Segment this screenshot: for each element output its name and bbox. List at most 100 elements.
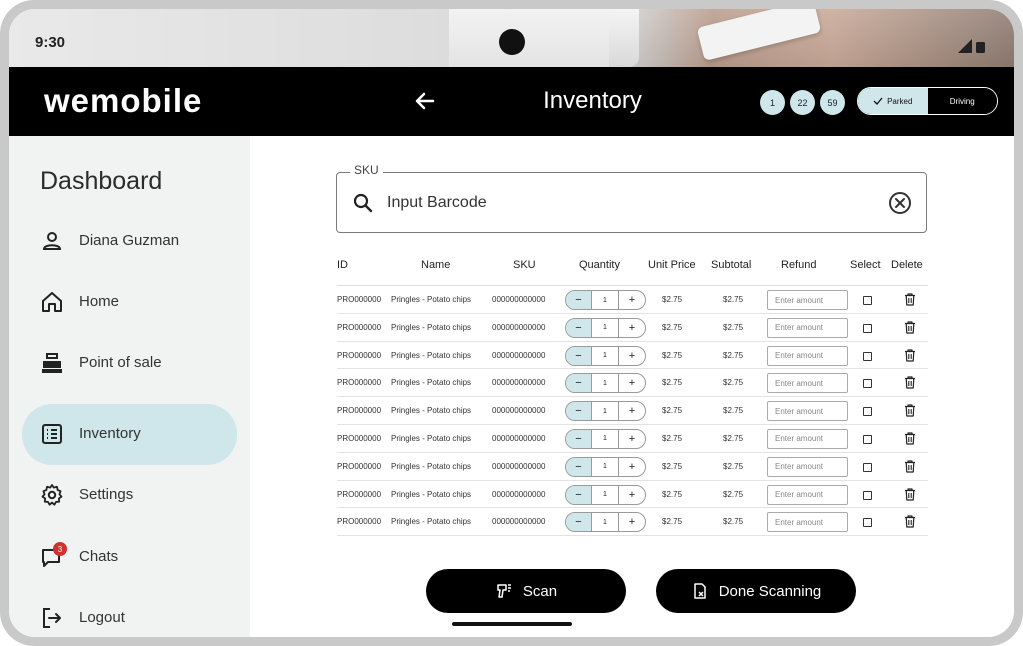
quantity-value[interactable]: 1 [592, 402, 619, 421]
trash-icon[interactable] [904, 404, 916, 417]
select-checkbox[interactable] [863, 434, 872, 444]
increment-button[interactable]: + [619, 513, 645, 531]
quantity-stepper: −1 + [565, 290, 646, 310]
increment-button[interactable]: + [619, 374, 645, 392]
select-checkbox[interactable] [863, 379, 872, 389]
quantity-stepper: −1 + [565, 512, 646, 533]
quantity-value[interactable]: 1 [592, 291, 619, 309]
trash-icon[interactable] [904, 487, 916, 501]
parked-toggle-option[interactable]: Parked [858, 88, 928, 114]
cell-id: PRO000000 [337, 295, 382, 304]
trash-icon[interactable] [904, 460, 916, 473]
cell-sku: 000000000000 [492, 295, 546, 304]
cell-sku: 000000000000 [492, 378, 546, 388]
clear-icon[interactable] [888, 191, 912, 215]
select-checkbox[interactable] [863, 518, 872, 528]
cell-subtotal: $2.75 [723, 295, 744, 304]
quantity-value[interactable]: 1 [592, 457, 619, 476]
count-badge[interactable]: 59 [820, 90, 845, 115]
quantity-value[interactable]: 1 [592, 346, 619, 365]
select-checkbox[interactable] [863, 407, 872, 417]
cell-unit-price: $2.75 [662, 322, 683, 332]
count-badge[interactable]: 22 [790, 90, 815, 115]
trash-icon[interactable] [904, 293, 916, 306]
count-badge[interactable]: 1 [760, 90, 785, 115]
cell-id: PRO000000 [337, 489, 382, 499]
refund-input[interactable] [767, 345, 848, 366]
parked-label: Parked [887, 96, 913, 106]
increment-button[interactable]: + [619, 319, 645, 337]
increment-button[interactable]: + [619, 402, 645, 420]
decrement-button[interactable]: − [566, 457, 592, 476]
refund-input[interactable] [767, 456, 848, 477]
decrement-button[interactable]: − [566, 346, 592, 365]
decrement-button[interactable]: − [566, 318, 592, 337]
refund-input[interactable] [767, 484, 848, 505]
quantity-stepper: −1 + [565, 317, 646, 338]
decrement-button[interactable]: − [566, 485, 592, 504]
decrement-button[interactable]: − [566, 402, 592, 421]
sidebar-item-inventory[interactable]: Inventory [22, 404, 237, 465]
increment-button[interactable]: + [619, 458, 645, 476]
select-checkbox[interactable] [863, 296, 872, 305]
increment-button[interactable]: + [619, 430, 645, 448]
sidebar-item-home[interactable]: Home [22, 272, 237, 333]
trash-icon[interactable] [904, 432, 916, 445]
refund-input[interactable] [767, 373, 848, 394]
mode-toggle: Parked Driving [857, 87, 998, 115]
quantity-stepper: −1 + [565, 345, 646, 366]
refund-input[interactable] [767, 401, 848, 422]
decrement-button[interactable]: − [566, 374, 592, 393]
barcode-input[interactable] [387, 189, 867, 217]
decrement-button[interactable]: − [566, 291, 592, 309]
trash-icon[interactable] [904, 348, 916, 362]
trash-icon[interactable] [904, 376, 916, 389]
increment-button[interactable]: + [619, 347, 645, 365]
quantity-value[interactable]: 1 [592, 485, 619, 504]
sidebar-item-point-of-sale[interactable]: Point of sale [22, 333, 237, 394]
back-arrow-icon[interactable] [411, 87, 439, 115]
cell-subtotal: $2.75 [723, 489, 744, 499]
sku-search-field[interactable]: SKU [336, 163, 927, 233]
select-checkbox[interactable] [863, 462, 872, 472]
refund-input[interactable] [767, 290, 848, 310]
column-header-name: Name [421, 259, 451, 271]
refund-input[interactable] [767, 428, 848, 449]
refund-input[interactable] [767, 317, 848, 338]
chat-unread-badge: 3 [53, 542, 67, 556]
select-checkbox[interactable] [863, 351, 872, 361]
sidebar-item-settings[interactable]: Settings [22, 465, 237, 526]
quantity-value[interactable]: 1 [592, 318, 619, 337]
status-time: 9:30 [35, 34, 66, 51]
refund-input[interactable] [767, 512, 848, 533]
camera-notch [499, 29, 525, 55]
cell-unit-price: $2.75 [662, 295, 683, 304]
scan-button[interactable]: Scan [426, 569, 626, 613]
increment-button[interactable]: + [619, 486, 645, 504]
barcode-scanner-icon [497, 584, 511, 598]
column-header-id: ID [337, 259, 348, 271]
increment-button[interactable]: + [619, 291, 645, 309]
decrement-button[interactable]: − [566, 513, 592, 532]
quantity-value[interactable]: 1 [592, 429, 619, 448]
select-checkbox[interactable] [863, 490, 872, 500]
quantity-value[interactable]: 1 [592, 374, 619, 393]
document-close-icon [693, 583, 706, 599]
table-row: PRO000000 Pringles - Potato chips 00000000… [337, 481, 928, 509]
sidebar-item-logout[interactable]: Logout [22, 588, 237, 637]
select-checkbox[interactable] [863, 323, 872, 333]
driving-toggle-option[interactable]: Driving [927, 88, 997, 114]
sidebar-item-chats[interactable]: 3 Chats [22, 527, 237, 588]
quantity-value[interactable]: 1 [592, 513, 619, 532]
table-row: PRO000000 Pringles - Potato chips 00000000… [337, 425, 928, 453]
trash-icon[interactable] [904, 515, 916, 528]
table-row: PRO000000 Pringles - Potato chips 00000000… [337, 453, 928, 481]
column-header-subtotal: Subtotal [711, 259, 752, 271]
done-scanning-button[interactable]: Done Scanning [656, 569, 856, 613]
column-header-sku: SKU [513, 259, 536, 271]
cash-register-icon [42, 353, 62, 373]
sidebar-item-profile[interactable]: Diana Guzman [22, 211, 237, 272]
trash-icon[interactable] [904, 321, 916, 334]
decrement-button[interactable]: − [566, 429, 592, 448]
home-indicator[interactable] [452, 622, 572, 626]
